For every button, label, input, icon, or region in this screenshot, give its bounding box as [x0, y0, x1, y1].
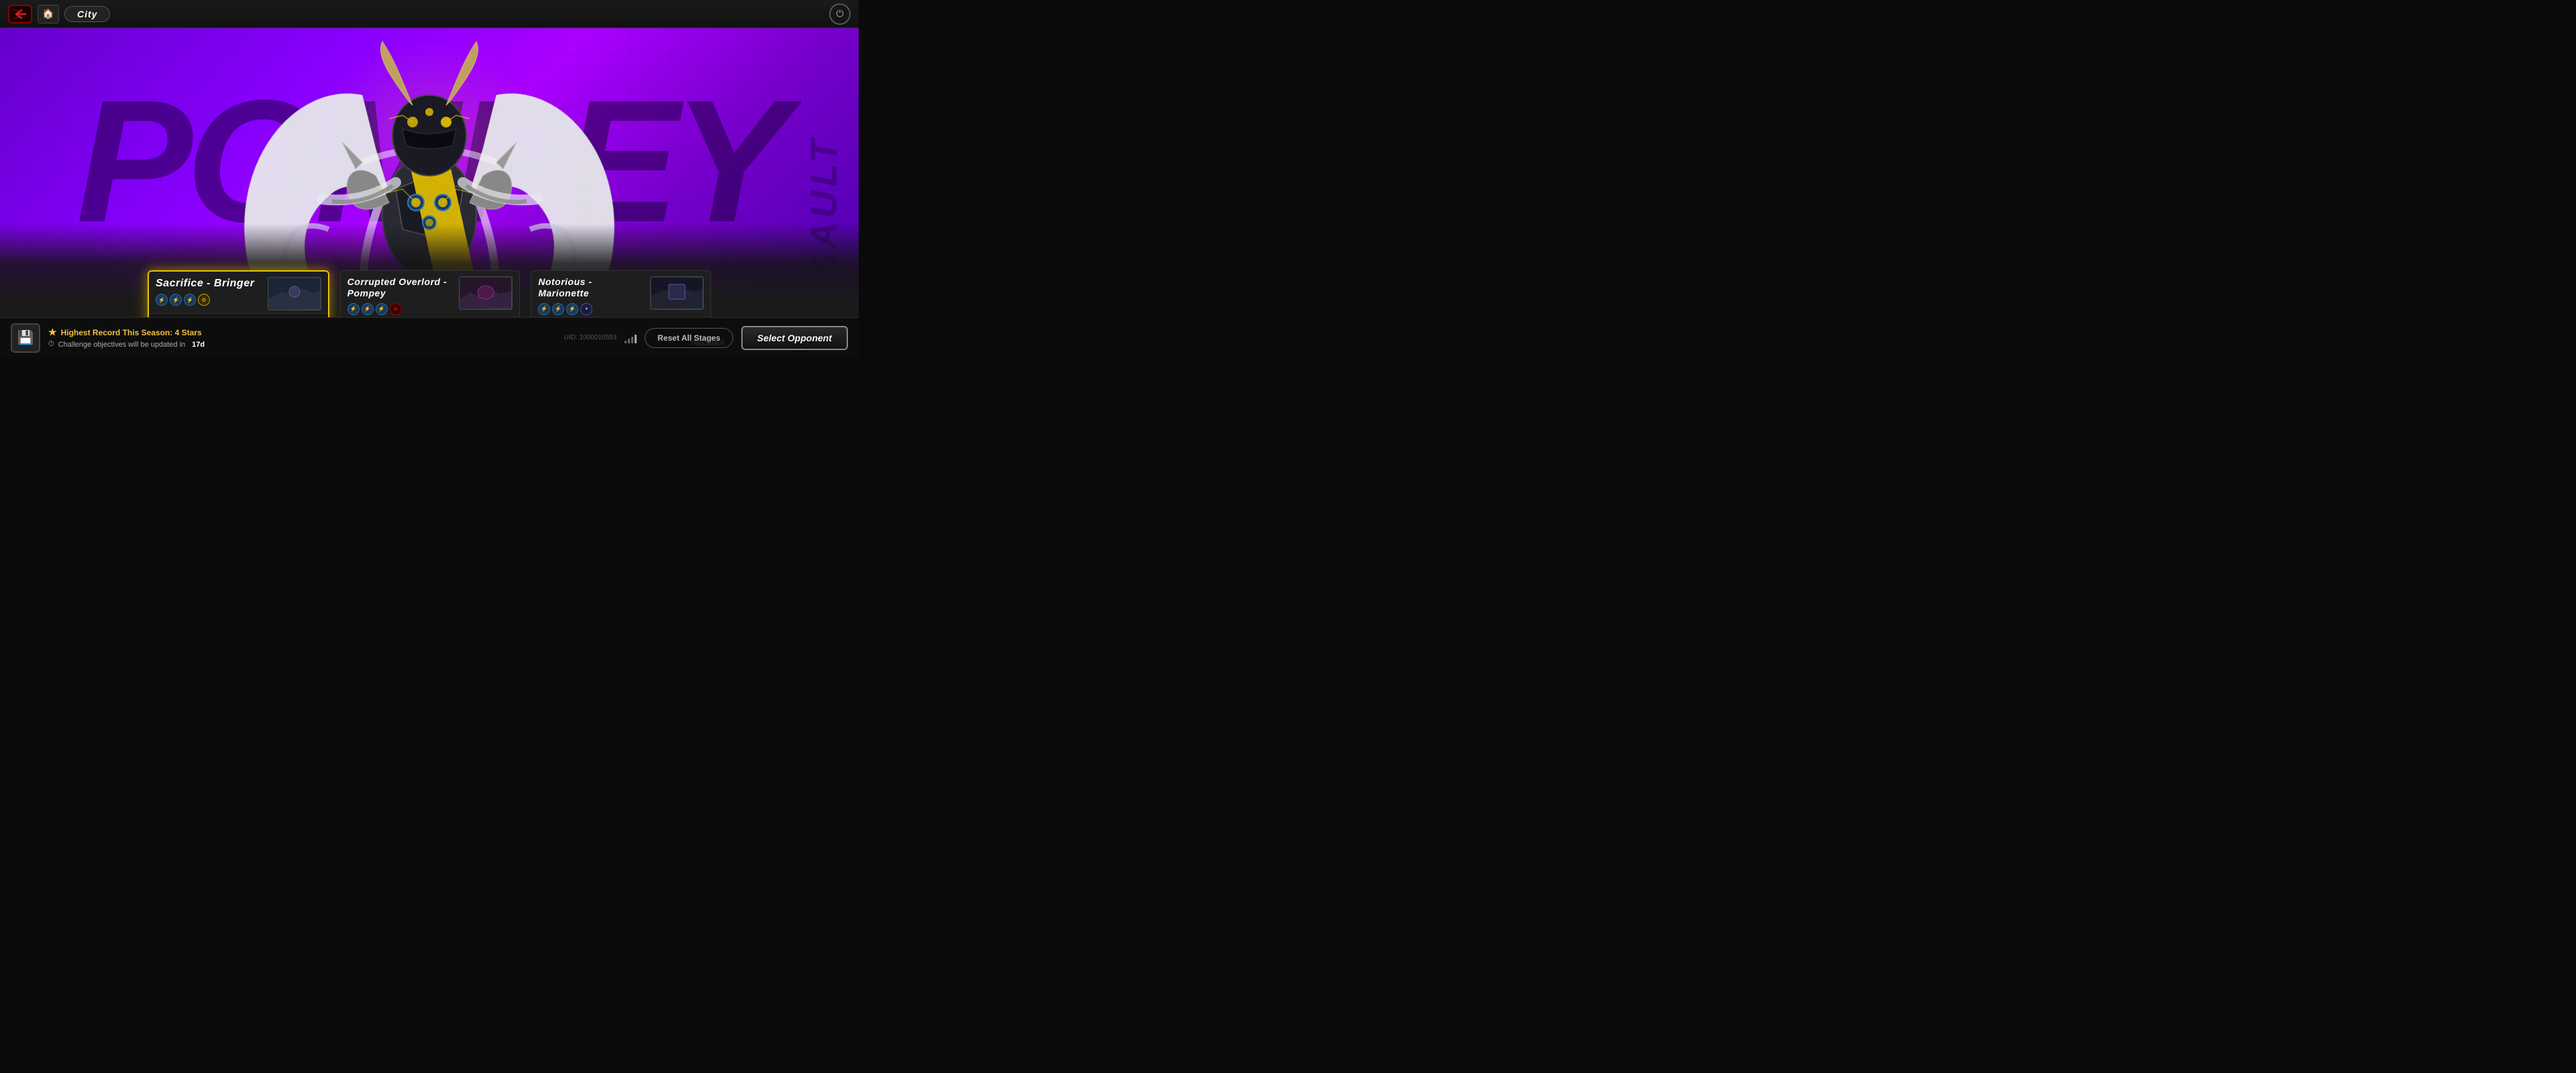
stage-info-3: Notorious - Marionette ⚡ ⚡ ⚡ ✦: [538, 276, 645, 317]
home-icon: 🏠: [42, 8, 54, 19]
record-text: Highest Record This Season: 4 Stars: [61, 328, 202, 337]
stage-preview-2: [459, 276, 513, 310]
power-icon: ⏻: [836, 8, 843, 19]
signal-bar-4: [635, 335, 637, 343]
stage-icon-1d: ⚙: [198, 294, 210, 306]
stage-icon-3a: ⚡: [538, 303, 550, 315]
status-challenge: ⏱ Challenge objectives will be updated i…: [48, 340, 564, 349]
stage-card-top-3: Notorious - Marionette ⚡ ⚡ ⚡ ✦: [531, 271, 710, 319]
signal-bar-2: [628, 339, 630, 343]
stage-preview-inner-2: [460, 277, 512, 309]
stage-icon-2c: ⚡: [376, 303, 388, 315]
stage-title-2: Corrupted Overlord - Pompey: [347, 276, 454, 299]
stage-preview-inner-1: [268, 278, 321, 310]
avatar-icon: 💾: [17, 329, 34, 346]
status-info: ★ Highest Record This Season: 4 Stars ⏱ …: [48, 327, 564, 349]
uid-text: UID: 1000010553: [564, 334, 616, 341]
stage-icons-2: ⚡ ⚡ ⚡ ⚔: [347, 303, 454, 315]
stage-card-top-2: Corrupted Overlord - Pompey ⚡ ⚡ ⚡ ⚔: [341, 271, 520, 319]
back-button[interactable]: [8, 5, 32, 23]
stage-title-3: Notorious - Marionette: [538, 276, 645, 299]
nav-title: City: [64, 6, 110, 22]
stage-info-1: Sacrifice - Bringer ⚡ ⚡ ⚡ ⚙: [156, 277, 262, 307]
clock-icon: ⏱: [48, 340, 54, 349]
watermark: THEGAMER: [690, 340, 724, 347]
hero-area: POMPEY ASSAULT: [0, 28, 859, 357]
settings-button[interactable]: ⏻: [829, 3, 851, 25]
signal-bar-1: [625, 341, 627, 343]
challenge-text: Challenge objectives will be updated in: [58, 341, 186, 349]
home-button[interactable]: 🏠: [38, 5, 59, 23]
stage-icon-2b: ⚡: [362, 303, 374, 315]
stage-info-2: Corrupted Overlord - Pompey ⚡ ⚡ ⚡ ⚔: [347, 276, 454, 317]
stage-icons-1: ⚡ ⚡ ⚡ ⚙: [156, 294, 262, 306]
stage-icon-1a: ⚡: [156, 294, 168, 306]
stage-icon-1c: ⚡: [184, 294, 196, 306]
status-bar: 💾 ★ Highest Record This Season: 4 Stars …: [0, 317, 859, 357]
stage-title-1: Sacrifice - Bringer: [156, 277, 262, 290]
status-record: ★ Highest Record This Season: 4 Stars: [48, 327, 564, 338]
select-opponent-button[interactable]: Select Opponent: [741, 326, 848, 350]
status-avatar: 💾: [11, 323, 40, 353]
signal-bar-3: [631, 337, 633, 343]
stage-preview-1: [268, 277, 321, 310]
stage-icons-3: ⚡ ⚡ ⚡ ✦: [538, 303, 645, 315]
stage-preview-3: [650, 276, 704, 310]
nav-bar: 🏠 City ⏻: [0, 0, 859, 28]
stage-icon-2d: ⚔: [390, 303, 402, 315]
stage-icon-3d: ✦: [580, 303, 592, 315]
stage-card-top-1: Sacrifice - Bringer ⚡ ⚡ ⚡ ⚙: [149, 272, 328, 313]
stage-icon-1b: ⚡: [170, 294, 182, 306]
nav-title-text: City: [77, 9, 97, 19]
stage-preview-inner-3: [651, 277, 703, 309]
signal-indicator: [625, 333, 637, 343]
stage-icon-3c: ⚡: [566, 303, 578, 315]
star-icon: ★: [48, 327, 57, 338]
stage-icon-2a: ⚡: [347, 303, 360, 315]
stage-icon-3b: ⚡: [552, 303, 564, 315]
time-label: 17d: [192, 341, 205, 349]
